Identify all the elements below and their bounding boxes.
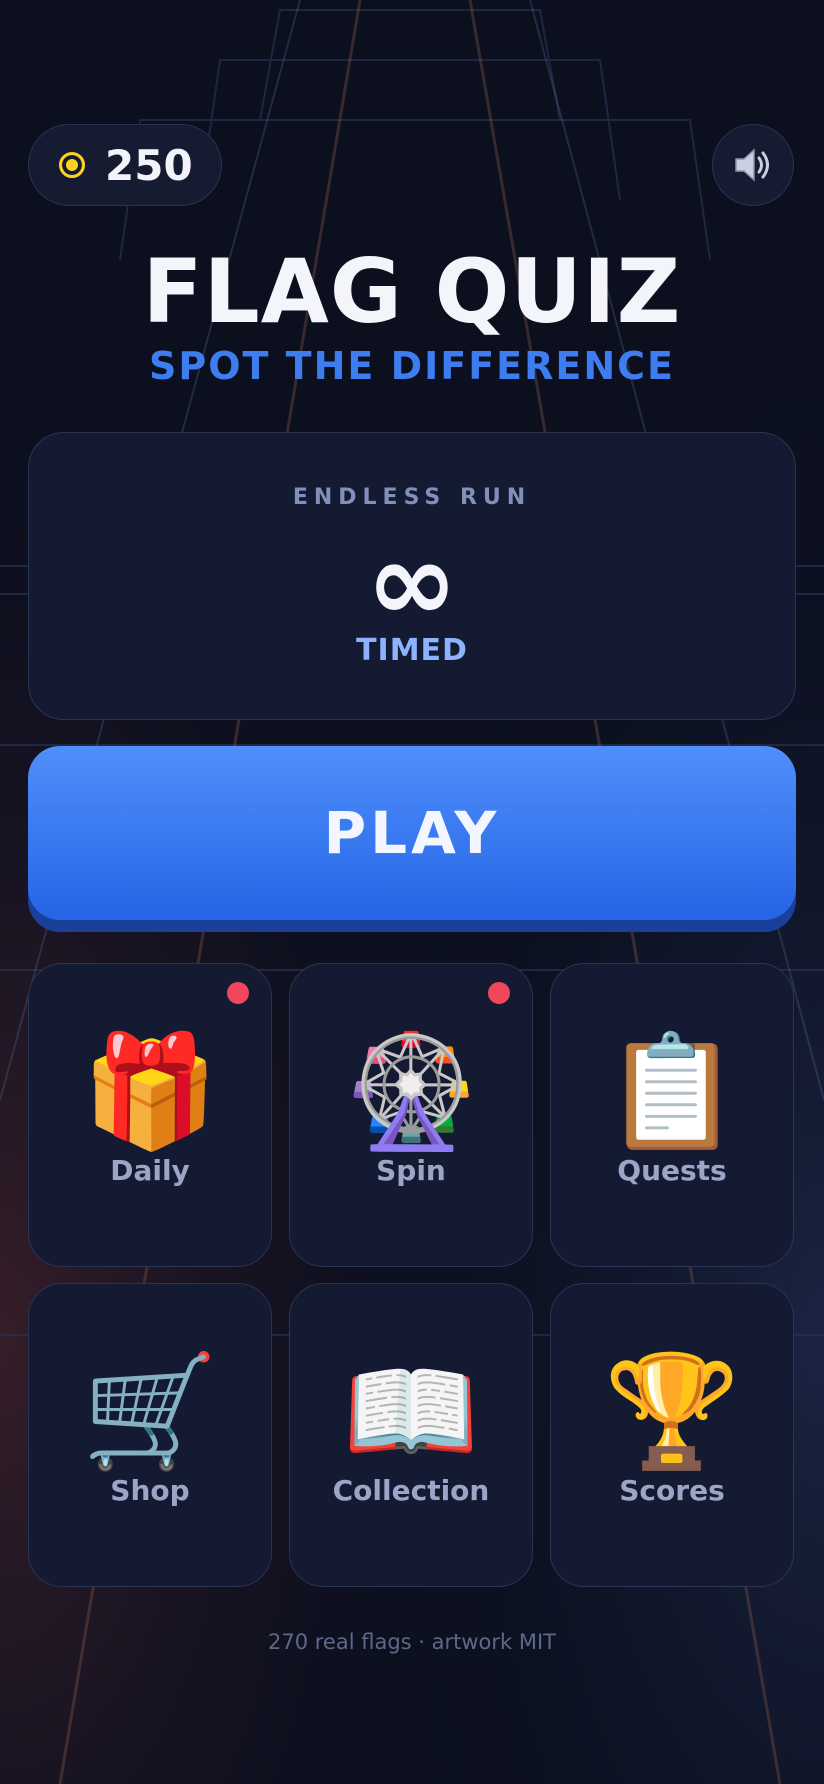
menu-tile-label: Collection <box>332 1474 490 1507</box>
mode-subtitle: TIMED <box>356 633 468 668</box>
notification-dot <box>227 982 249 1004</box>
coin-icon <box>59 152 85 178</box>
play-button[interactable]: PLAY <box>28 746 796 920</box>
mode-label: ENDLESS RUN <box>292 485 532 510</box>
mode-selector-card[interactable]: ENDLESS RUN ∞ TIMED <box>28 432 796 720</box>
cart-icon: 🛒 <box>81 1347 219 1475</box>
menu-tile-scores[interactable]: 🏆 Scores <box>550 1283 794 1587</box>
menu-tile-collection[interactable]: 📖 Collection <box>289 1283 533 1587</box>
trophy-icon: 🏆 <box>603 1347 741 1475</box>
coin-count: 250 <box>105 140 193 190</box>
notification-dot <box>488 982 510 1004</box>
menu-tile-label: Daily <box>110 1154 190 1187</box>
game-subtitle: SPOT THE DIFFERENCE <box>148 344 675 388</box>
gift-icon: 🎁 <box>81 1027 219 1155</box>
book-icon: 📖 <box>342 1347 480 1475</box>
clipboard-icon: 📋 <box>603 1027 741 1155</box>
menu-tile-label: Quests <box>617 1154 727 1187</box>
ferris-wheel-icon: 🎡 <box>342 1027 480 1155</box>
menu-tile-daily[interactable]: 🎁 Daily <box>28 963 272 1267</box>
menu-tile-spin[interactable]: 🎡 Spin <box>289 963 533 1267</box>
menu-tile-label: Spin <box>376 1154 446 1187</box>
menu-tile-label: Shop <box>110 1474 190 1507</box>
footer-credits: 270 real flags · artwork MIT <box>268 1630 556 1654</box>
sound-toggle-button[interactable] <box>712 124 794 206</box>
menu-tile-label: Scores <box>619 1474 725 1507</box>
game-title: FLAG QUIZ <box>142 240 682 343</box>
speaker-icon <box>735 148 769 182</box>
menu-tile-quests[interactable]: 📋 Quests <box>550 963 794 1267</box>
coin-balance: 250 <box>28 124 222 206</box>
menu-tile-shop[interactable]: 🛒 Shop <box>28 1283 272 1587</box>
infinity-icon: ∞ <box>366 518 458 646</box>
